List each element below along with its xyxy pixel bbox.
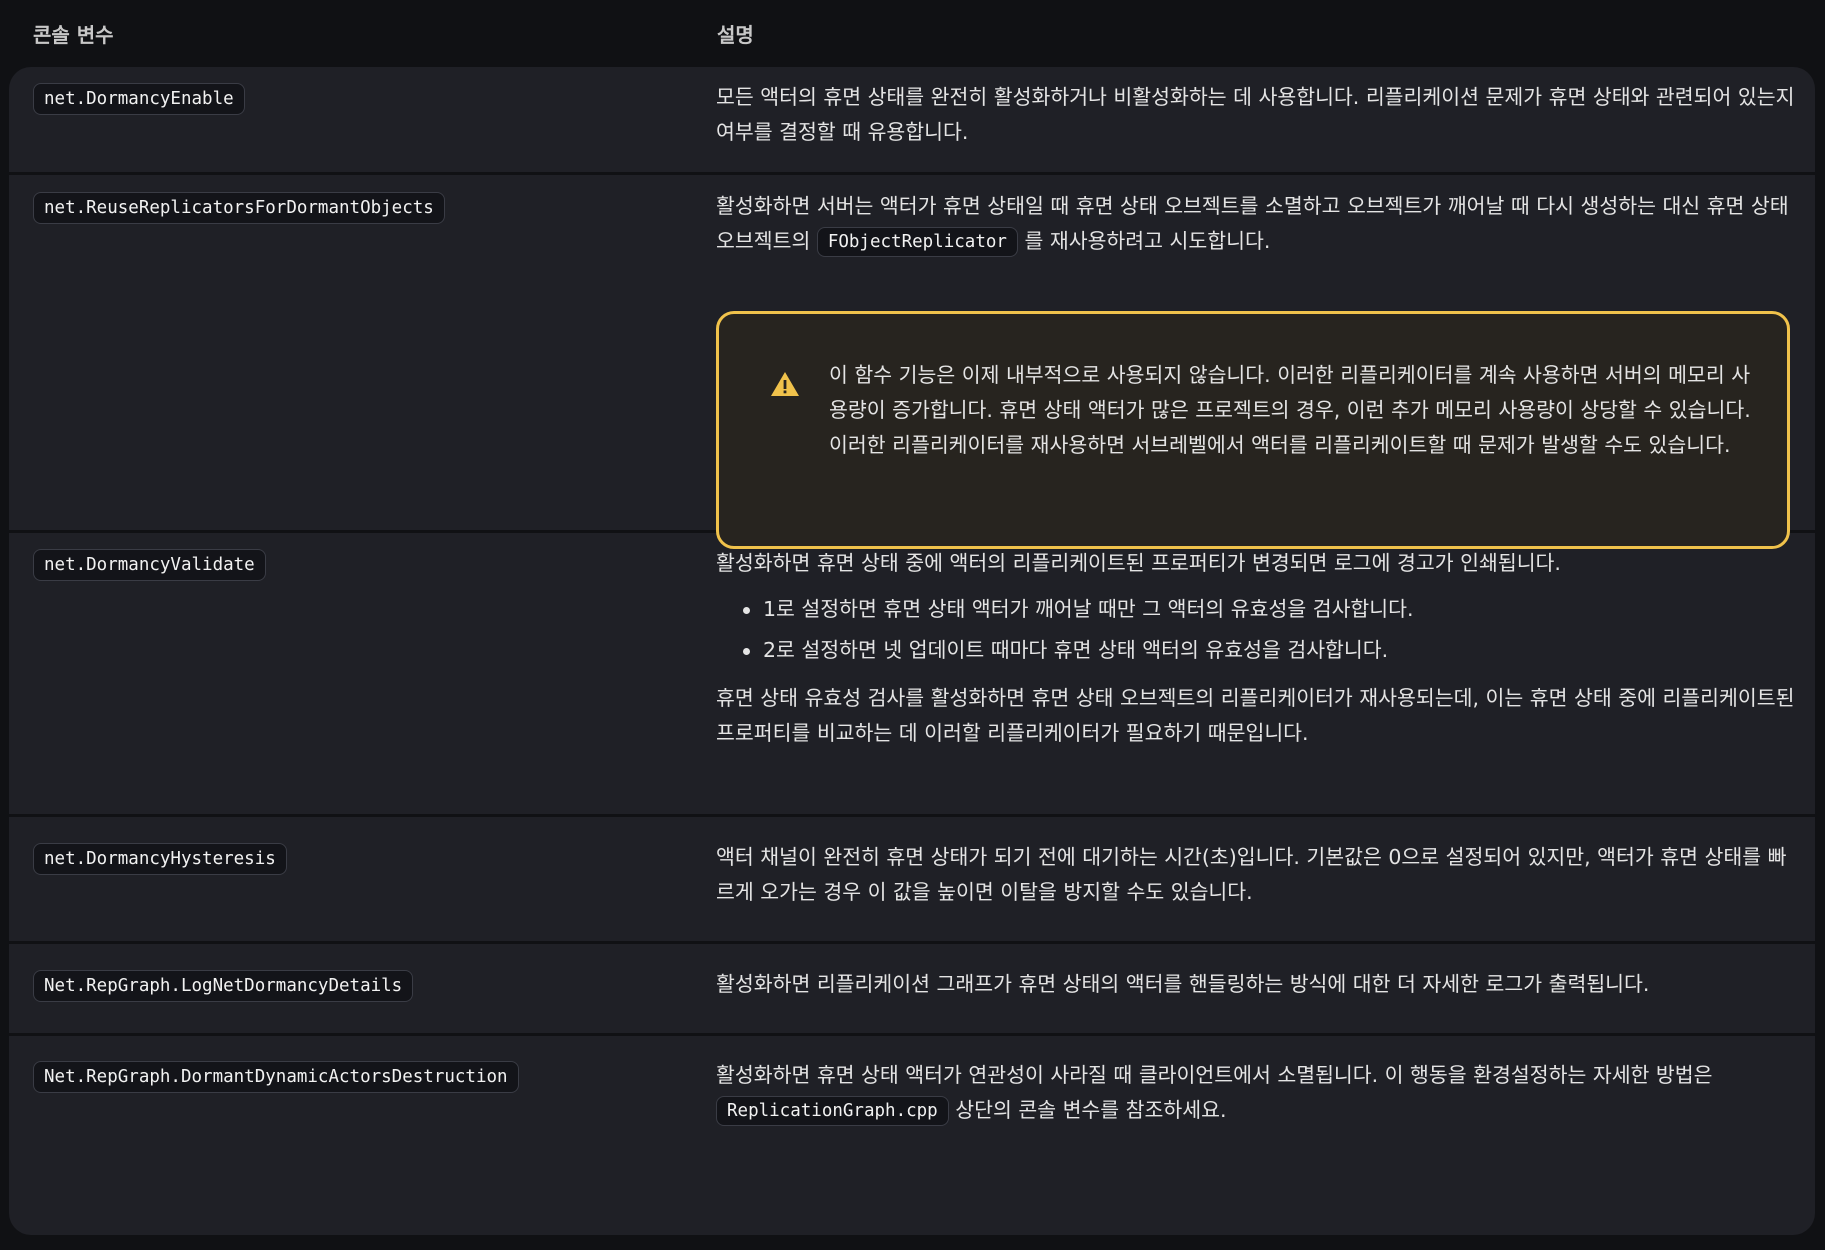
description-intro: 활성화하면 휴면 상태 중에 액터의 리플리케이트된 프로퍼티가 변경되면 로그… [716,551,1561,575]
inline-code: FObjectReplicator [816,227,1018,257]
bullet-list: 1로 설정하면 휴면 상태 액터가 깨어날 때만 그 액터의 유효성을 검사합니… [716,589,1796,671]
table-row: net.ReuseReplicatorsForDormantObjects 활성… [9,175,1815,549]
list-item: 2로 설정하면 넷 업데이트 때마다 휴면 상태 액터의 유효성을 검사합니다. [716,630,1796,671]
description-text: 활성화하면 휴면 상태 액터가 연관성이 사라질 때 클라이언트에서 소멸됩니다… [716,1058,1796,1128]
inline-code: ReplicationGraph.cpp [716,1096,949,1126]
column-header-console-variable: 콘솔 변수 [33,22,114,47]
table-row: Net.RepGraph.DormantDynamicActorsDestruc… [9,1036,1815,1235]
console-variable-name: Net.RepGraph.DormantDynamicActorsDestruc… [33,1061,519,1093]
list-item: 1로 설정하면 휴면 상태 액터가 깨어날 때만 그 액터의 유효성을 검사합니… [716,589,1796,630]
warning-text: 이 함수 기능은 이제 내부적으로 사용되지 않습니다. 이러한 리플리케이터를… [829,363,1751,457]
column-header-description: 설명 [717,22,754,47]
table-row: Net.RepGraph.LogNetDormancyDetails 활성화하면… [9,944,1815,1036]
table-row: net.DormancyValidate 활성화하면 휴면 상태 중에 액터의 … [9,533,1815,817]
table-body: net.DormancyEnable 모든 액터의 휴면 상태를 완전히 활성화… [9,67,1815,1235]
description-text: 모든 액터의 휴면 상태를 완전히 활성화하거나 비활성화하는 데 사용합니다.… [716,85,1795,144]
description-text-part: 활성화하면 휴면 상태 액터가 연관성이 사라질 때 클라이언트에서 소멸됩니다… [716,1063,1713,1087]
description-text-part: 상단의 콘솔 변수를 참조하세요. [948,1098,1227,1122]
description-outro: 휴면 상태 유효성 검사를 활성화하면 휴면 상태 오브젝트의 리플리케이터가 … [716,686,1795,745]
console-variable-name: net.DormancyValidate [33,549,266,581]
description-text: 활성화하면 서버는 액터가 휴면 상태일 때 휴면 상태 오브젝트를 소멸하고 … [716,189,1796,259]
table-row: net.DormancyEnable 모든 액터의 휴면 상태를 완전히 활성화… [9,67,1815,175]
table-row: net.DormancyHysteresis 액터 채널이 완전히 휴면 상태가… [9,817,1815,944]
description-text: 활성화하면 리플리케이션 그래프가 휴면 상태의 액터를 핸들링하는 방식에 대… [716,972,1650,996]
page: 콘솔 변수 설명 net.DormancyEnable 모든 액터의 휴면 상태… [0,0,1825,1250]
description-text-part: 를 재사용하려고 시도합니다. [1017,229,1271,253]
console-variable-name: net.DormancyEnable [33,83,245,115]
console-variable-name: net.DormancyHysteresis [33,843,287,875]
console-variable-name: net.ReuseReplicatorsForDormantObjects [33,192,445,224]
console-variable-name: Net.RepGraph.LogNetDormancyDetails [33,970,414,1002]
table-header: 콘솔 변수 설명 [0,0,1825,66]
description-text: 액터 채널이 완전히 휴면 상태가 되기 전에 대기하는 시간(초)입니다. 기… [716,845,1787,904]
warning-triangle-icon [771,372,799,396]
description-block: 활성화하면 휴면 상태 중에 액터의 리플리케이트된 프로퍼티가 변경되면 로그… [716,546,1796,751]
warning-callout: 이 함수 기능은 이제 내부적으로 사용되지 않습니다. 이러한 리플리케이터를… [716,311,1790,549]
